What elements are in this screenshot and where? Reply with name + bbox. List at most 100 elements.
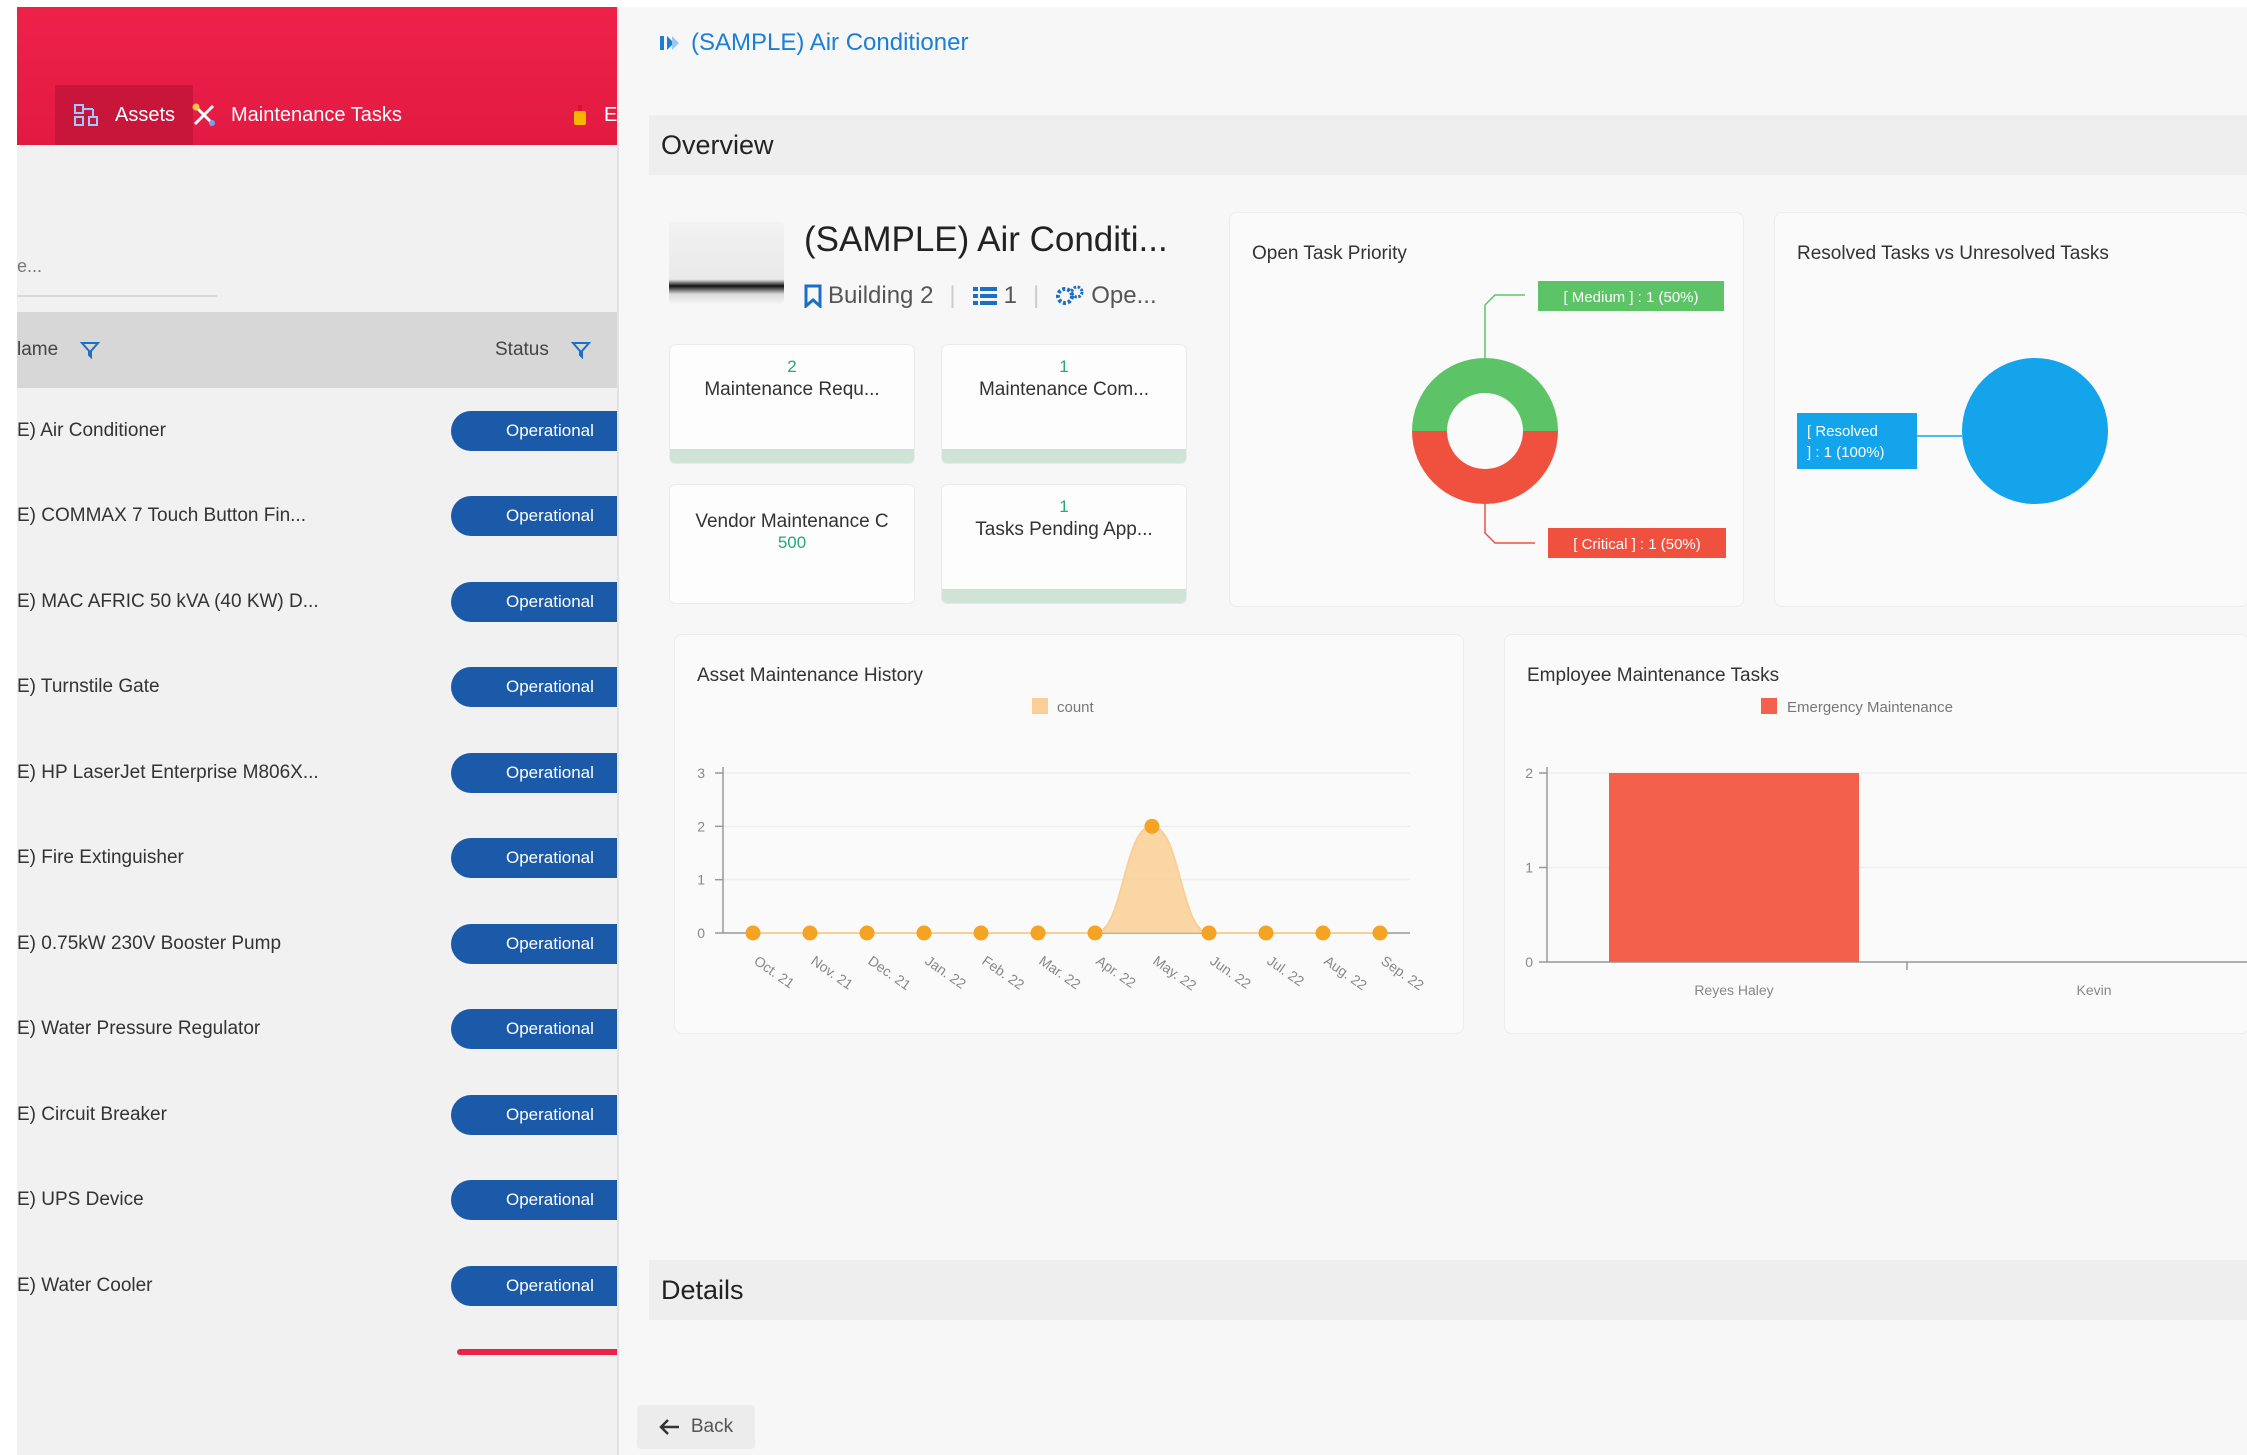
status-badge: Operational [451, 1180, 617, 1221]
legend-swatch [1761, 698, 1777, 714]
priority-donut-chart: [ Medium ] : 1 (50%) [ Critical ] : 1 (50… [1412, 281, 1726, 558]
pie-slice-resolved [1962, 358, 2108, 504]
y-tick-label: 1 [697, 872, 705, 888]
status-badge: Operational [451, 923, 617, 964]
table-row[interactable]: E) MAC AFRIC 50 kVA (40 KW) D... Operatio… [17, 559, 617, 645]
x-tick-label: Kevin [2076, 982, 2111, 998]
stat-label: Tasks Pending App... [975, 519, 1153, 540]
status-badge: Operational [451, 752, 617, 793]
x-tick-label: Nov. 21 [808, 952, 856, 992]
data-point [1087, 925, 1103, 941]
y-tick-label: 2 [697, 818, 705, 834]
gears-icon [1055, 284, 1085, 308]
legend-label: count [1057, 699, 1095, 716]
table-header: lame Status [17, 312, 617, 388]
x-tick-label: Apr. 22 [1093, 952, 1139, 991]
asset-name: E) Fire Extinguisher [17, 847, 184, 869]
details-section-header[interactable]: Details [649, 1260, 2247, 1320]
column-header-status[interactable]: Status [495, 339, 591, 361]
asset-location: Building 2 [828, 282, 934, 309]
stat-card-maintenance-completed[interactable]: 1 Maintenance Com... [941, 344, 1187, 464]
separator: | [1033, 282, 1040, 309]
legend-swatch [1032, 698, 1048, 714]
stat-bar [670, 449, 914, 463]
nav-tab-label: Maintenance Tasks [231, 103, 402, 126]
table-row[interactable]: E) HP LaserJet Enterprise M806X... Operat… [17, 730, 617, 816]
asset-name: E) HP LaserJet Enterprise M806X... [17, 761, 319, 783]
employee-maintenance-tasks-card: Employee Maintenance Tasks Emergency Mai… [1504, 634, 2247, 1034]
y-tick-label: 0 [1525, 954, 1533, 970]
stat-card-tasks-pending-approval[interactable]: 1 Tasks Pending App... [941, 484, 1187, 604]
section-title: Overview [661, 129, 774, 160]
collapse-panel-icon[interactable] [659, 33, 681, 53]
table-row[interactable]: E) 0.75kW 230V Booster Pump Operational [17, 901, 617, 987]
data-point [745, 925, 761, 941]
asset-table-body: E) Air Conditioner Operational E) COMMAX … [17, 388, 617, 1329]
asset-name: E) Air Conditioner [17, 419, 166, 441]
filter-icon[interactable] [80, 340, 101, 360]
nav-tab-label: Em [604, 103, 617, 126]
x-tick-label: May. 22 [1150, 952, 1199, 993]
stat-value: 1 [1059, 357, 1069, 376]
status-badge: Operational [451, 1009, 617, 1050]
data-point [1144, 818, 1160, 834]
table-row[interactable]: E) Circuit Breaker Operational [17, 1072, 617, 1158]
status-badge: Operational [451, 1265, 617, 1306]
filter-icon[interactable] [570, 340, 591, 360]
status-badge: Operational [451, 581, 617, 622]
data-point [1372, 925, 1388, 941]
table-row[interactable]: E) Turnstile Gate Operational [17, 645, 617, 731]
x-tick-label: Reyes Haley [1694, 982, 1773, 998]
stat-value: 1 [1059, 497, 1069, 516]
nav-tab-maintenance-tasks[interactable]: Maintenance Tasks [173, 85, 420, 145]
bar [1609, 773, 1859, 962]
assets-icon [73, 103, 101, 127]
x-tick-label: Sep. 22 [1378, 952, 1427, 993]
top-navigation-bar: Assets Maintenance Tasks Em [17, 7, 617, 145]
overview-section-header[interactable]: Overview [649, 115, 2247, 175]
asset-name: E) Water Cooler [17, 1274, 153, 1296]
slice-label: [ Resolved [1807, 423, 1878, 440]
x-tick-label: Dec. 21 [865, 952, 914, 993]
data-point [1201, 925, 1217, 941]
stat-value: 500 [777, 533, 807, 552]
nav-tab-emergency[interactable]: Em [552, 85, 617, 145]
stat-card-vendor-maintenance[interactable]: Vendor Maintenance C 500 [669, 484, 915, 604]
asset-name: E) Turnstile Gate [17, 676, 160, 698]
legend-label: Emergency Maintenance [1787, 699, 1953, 716]
search-input[interactable]: e... [17, 237, 217, 297]
x-tick-label: Jul. 22 [1264, 952, 1307, 989]
data-point [1030, 925, 1046, 941]
resolved-pie-chart: [ Resolved] : 1 (100%) [1797, 358, 2108, 504]
y-tick-label: 2 [1525, 765, 1533, 781]
table-row[interactable]: E) COMMAX 7 Touch Button Fin... Operation… [17, 474, 617, 560]
open-task-priority-card: Open Task Priority [ Medium ] : 1 (50%)[… [1229, 212, 1744, 607]
employee-tasks-bar-chart: Emergency Maintenance 0 1 2 Reyes Haley Kevin [1525, 698, 2247, 998]
status-badge: Operational [451, 838, 617, 879]
stat-label: Vendor Maintenance C [695, 511, 889, 532]
back-button[interactable]: Back [637, 1405, 755, 1449]
column-header-name[interactable]: lame [17, 339, 101, 361]
asset-detail-panel: (SAMPLE) Air Conditioner Overview (SAMPL… [617, 7, 2247, 1455]
asset-thumbnail [669, 222, 784, 304]
asset-name: E) UPS Device [17, 1189, 144, 1211]
table-row[interactable]: E) Water Cooler Operational [17, 1243, 617, 1329]
slice-label: [ Medium ] : 1 (50%) [1563, 289, 1698, 306]
table-row[interactable]: E) Air Conditioner Operational [17, 388, 617, 474]
slice-label: [ Critical ] : 1 (50%) [1573, 536, 1701, 553]
x-tick-label: Aug. 22 [1321, 952, 1370, 993]
stat-card-maintenance-requests[interactable]: 2 Maintenance Requ... [669, 344, 915, 464]
scroll-indicator [457, 1349, 617, 1355]
section-title: Details [661, 1274, 744, 1305]
data-point [1315, 925, 1331, 941]
table-row[interactable]: E) Fire Extinguisher Operational [17, 816, 617, 902]
table-row[interactable]: E) Water Pressure Regulator Operational [17, 987, 617, 1073]
resolved-vs-unresolved-card: Resolved Tasks vs Unresolved Tasks [ Res… [1774, 212, 2247, 607]
breadcrumb-title: (SAMPLE) Air Conditioner [691, 29, 969, 56]
asset-name: E) MAC AFRIC 50 kVA (40 KW) D... [17, 590, 319, 612]
breadcrumb[interactable]: (SAMPLE) Air Conditioner [659, 29, 968, 57]
table-row[interactable]: E) UPS Device Operational [17, 1158, 617, 1244]
data-point [1258, 925, 1274, 941]
asset-name: E) 0.75kW 230V Booster Pump [17, 932, 282, 954]
label-connector [1484, 294, 1525, 358]
